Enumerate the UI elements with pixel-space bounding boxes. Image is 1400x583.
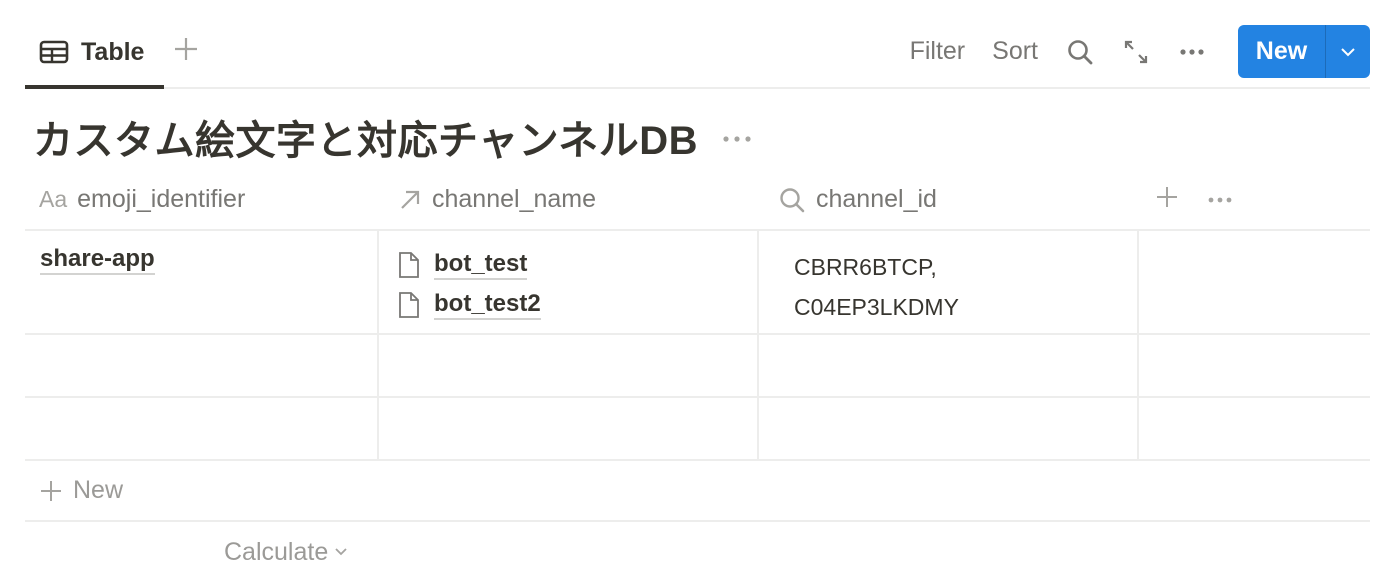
more-icon [1208,197,1232,202]
cell-emoji-identifier[interactable]: share-app [25,231,379,333]
search-icon [1068,39,1093,64]
table-header: Aa emoji_identifier channel_name channel… [25,168,1370,231]
plus-icon [41,480,61,501]
cell-channel-name[interactable] [379,398,759,459]
search-button[interactable] [1066,38,1094,66]
row-title-link[interactable]: share-app [40,245,155,275]
relation-item[interactable]: bot_test2 [398,285,757,325]
add-new-row-label: New [73,476,124,504]
column-header-channel-name[interactable]: channel_name [379,168,759,231]
column-actions [1155,168,1233,231]
database-more-button[interactable] [722,130,752,148]
database-title[interactable]: カスタム絵文字と対応チャンネルDB [33,108,698,166]
column-header-channel-id[interactable]: channel_id [759,168,1139,231]
plus-icon [1157,187,1177,207]
new-button-group: New [1238,25,1370,78]
calculate-row: Calculate [25,522,1370,582]
page-icon [398,291,420,319]
new-dropdown-button[interactable] [1326,25,1370,78]
cell-empty [1139,231,1370,333]
toolbar-actions: Filter Sort New [910,25,1370,78]
column-label: channel_id [816,185,937,213]
relation-name[interactable]: bot_test [434,250,528,280]
relation-item[interactable]: bot_test [398,245,757,285]
database-table: Aa emoji_identifier channel_name channel… [25,168,1370,582]
plus-icon [175,38,197,60]
calculate-button[interactable]: Calculate [224,538,328,567]
add-new-row-button[interactable]: New [25,461,1370,522]
column-more-button[interactable] [1207,191,1233,209]
table-row[interactable] [25,398,1370,461]
sort-button[interactable]: Sort [992,37,1038,66]
column-label: channel_name [432,185,597,213]
cell-empty [1139,398,1370,459]
table-icon [39,40,69,69]
cell-channel-id[interactable]: CBRR6BTCP, C04EP3LKDMY [759,231,1139,333]
chevron-down-icon [1341,47,1355,56]
column-header-emoji-identifier[interactable]: Aa emoji_identifier [25,168,379,231]
more-icon [723,136,751,142]
tab-table-label: Table [81,38,145,66]
cell-channel-name[interactable] [379,335,759,396]
more-options-button[interactable] [1178,38,1206,66]
expand-button[interactable] [1122,38,1150,66]
view-toolbar: Table Filter Sort New [25,0,1370,89]
cell-channel-id[interactable] [759,398,1139,459]
rollup-value: C04EP3LKDMY [794,294,959,320]
expand-icon [1124,40,1148,63]
relation-list: bot_test bot_test2 [398,231,757,325]
database-title-row: カスタム絵文字と対応チャンネルDB [33,108,752,166]
table-row[interactable] [25,335,1370,398]
column-label: emoji_identifier [77,185,246,213]
text-type-icon: Aa [39,186,68,212]
relation-name[interactable]: bot_test2 [434,290,541,320]
rollup-value: CBRR6BTCP, [794,254,937,280]
chevron-down-icon [335,548,347,556]
cell-empty [1139,335,1370,396]
more-icon [1180,48,1204,55]
search-icon [778,186,806,214]
table-row[interactable]: share-app bot_test bot_test2 CBRR6BTCP, … [25,231,1370,335]
arrow-up-right-icon [398,188,422,212]
cell-emoji-identifier[interactable] [25,398,379,459]
active-tab-indicator [25,85,164,89]
new-button[interactable]: New [1238,25,1326,78]
rollup-values: CBRR6BTCP, C04EP3LKDMY [778,231,1137,327]
add-view-button[interactable] [173,36,199,62]
page-icon [398,251,420,279]
tab-table[interactable]: Table [25,30,144,89]
filter-button[interactable]: Filter [910,37,966,66]
cell-channel-id[interactable] [759,335,1139,396]
add-property-button[interactable] [1155,185,1179,214]
cell-channel-name[interactable]: bot_test bot_test2 [379,231,759,333]
cell-emoji-identifier[interactable] [25,335,379,396]
